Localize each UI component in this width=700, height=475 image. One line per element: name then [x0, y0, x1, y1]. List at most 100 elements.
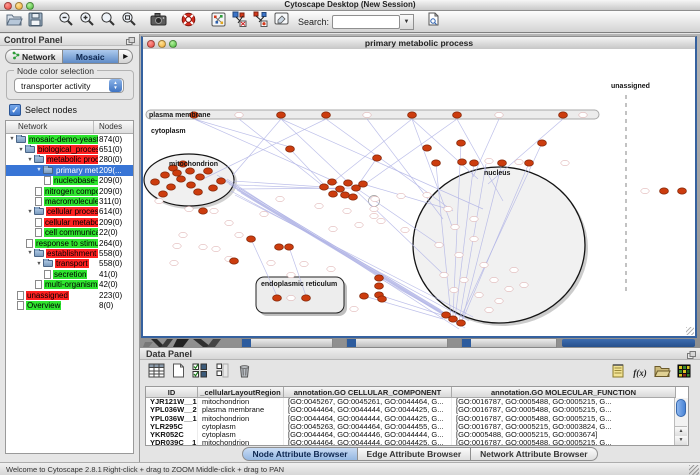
tab-network[interactable]: Network [6, 50, 63, 63]
table-row[interactable]: YPL036W__2plasma membrane[GO:0044464, GO… [146, 406, 688, 414]
delete-attribute-button[interactable] [233, 363, 255, 383]
table-cell[interactable]: [GO:0044464, GO:0044444, GO:0044425, G..… [284, 406, 452, 414]
graph-node[interactable] [286, 146, 295, 152]
tree-row[interactable]: ▼biological_process651(0) [6, 144, 133, 154]
column-header[interactable]: ID [146, 387, 198, 398]
graph-node[interactable] [322, 112, 331, 118]
search-dropdown-button[interactable]: ▼ [400, 14, 414, 30]
tree-row[interactable]: multi-organism pro42(0) [6, 279, 133, 289]
node-color-dropdown[interactable]: transporter activity ▲▼ [14, 78, 124, 93]
table-cell[interactable]: [GO:0045267, GO:0045261, GO:0044464, G..… [284, 398, 452, 406]
open-session-button[interactable] [4, 12, 25, 31]
table-cell[interactable]: mitochondrion [198, 415, 284, 423]
graph-node[interactable] [538, 140, 547, 146]
table-cell[interactable]: [GO:0016787, GO:0005488, GO:0005215, G..… [452, 439, 676, 446]
graph-node[interactable] [375, 283, 384, 289]
graph-node[interactable] [194, 189, 203, 195]
graph-node[interactable] [442, 312, 451, 318]
graph-node[interactable] [344, 180, 353, 186]
graph-node[interactable] [498, 160, 507, 166]
heatmap-button[interactable] [673, 363, 695, 383]
graph-node[interactable] [336, 186, 345, 192]
expander-icon[interactable]: ▼ [26, 157, 34, 163]
graph-node[interactable] [660, 188, 669, 194]
table-cell[interactable]: [GO:0016787, GO:0005488, GO:0005215, G..… [452, 415, 676, 423]
graph-node[interactable] [525, 160, 534, 166]
network-canvas[interactable]: plasma membrane cytoplasm mitochondrion … [143, 49, 695, 336]
graph-node[interactable] [273, 295, 282, 301]
scroll-down-button[interactable]: ▼ [675, 436, 687, 445]
expander-icon[interactable]: ▼ [26, 250, 34, 256]
tab-edge-attribute-browser[interactable]: Edge Attribute Browser [358, 447, 472, 461]
background-window-titlebar[interactable] [562, 339, 695, 347]
snapshot-button[interactable] [148, 12, 169, 31]
float-panel-icon[interactable] [126, 36, 135, 48]
graph-node[interactable] [199, 208, 208, 214]
network-window[interactable]: primary metabolic process [141, 36, 697, 338]
network-overview-button[interactable] [208, 12, 229, 31]
attribute-unselect-button[interactable] [211, 363, 233, 383]
graph-node[interactable] [423, 145, 432, 151]
annotation-button[interactable] [271, 12, 292, 31]
tree-row[interactable]: response to stimulu264(0) [6, 238, 133, 248]
graph-node[interactable] [458, 159, 467, 165]
table-cell[interactable]: [GO:0016787, GO:0005488, GO:0005215, G..… [452, 406, 676, 414]
graph-node[interactable] [359, 181, 368, 187]
tree-row[interactable]: ▼mosaic-demo-yeast874(0) [6, 134, 133, 144]
graph-node[interactable] [470, 160, 479, 166]
graph-node[interactable] [159, 191, 168, 197]
tree-row[interactable]: unassigned223(0) [6, 290, 133, 300]
table-cell[interactable]: YPL036W__2 [146, 406, 198, 414]
tree-row[interactable]: macromolecule311(0) [6, 196, 133, 206]
tree-row[interactable]: ▼cellular process614(0) [6, 207, 133, 217]
graph-node[interactable] [408, 112, 417, 118]
tree-row[interactable]: ▼establishment of lo558(0) [6, 248, 133, 258]
graph-node[interactable] [173, 170, 182, 176]
tree-row[interactable]: ▼primary metabo209(... [6, 165, 133, 175]
background-window-sliver[interactable] [346, 338, 448, 348]
table-cell[interactable]: [GO:0044464, GO:0044446, GO:0044444, G..… [284, 431, 452, 439]
scroll-up-button[interactable]: ▲ [675, 427, 687, 436]
graph-node[interactable] [161, 172, 170, 178]
tree-row[interactable]: nucleobase-209(0) [6, 176, 133, 186]
search-input[interactable] [332, 15, 400, 29]
table-cell[interactable]: [GO:0045263, GO:0044464, GO:0044455, G..… [284, 423, 452, 431]
graph-node[interactable] [177, 176, 186, 182]
column-header[interactable]: annotation.GO CELLULAR_COMPONENT [284, 387, 452, 398]
attribute-batch-select-button[interactable] [189, 363, 211, 383]
tree-header-nodes[interactable]: Nodes [94, 121, 122, 133]
select-nodes-checkbox[interactable]: ✓ [9, 104, 21, 116]
save-session-button[interactable] [25, 12, 46, 31]
graph-node[interactable] [559, 112, 568, 118]
tab-network-attribute-browser[interactable]: Network Attribute Browser [471, 447, 597, 461]
graph-node[interactable] [329, 191, 338, 197]
graph-node[interactable] [209, 185, 218, 191]
table-row[interactable]: YKR052Ccytoplasm[GO:0044464, GO:0044446,… [146, 431, 688, 439]
graph-node[interactable] [277, 112, 286, 118]
table-row[interactable]: YDR039C__1mitochondrion[GO:0044464, GO:0… [146, 439, 688, 446]
graph-node[interactable] [320, 184, 329, 190]
table-cell[interactable]: YLR295C [146, 423, 198, 431]
zoom-selected-button[interactable] [97, 12, 118, 31]
expander-icon[interactable]: ▼ [17, 147, 25, 153]
tree-header-network[interactable]: Network [6, 121, 94, 133]
tree-row[interactable]: ▼metabolic process280(0) [6, 155, 133, 165]
hide-network-button[interactable] [229, 12, 250, 31]
help-button[interactable] [178, 12, 199, 31]
graph-node[interactable] [275, 244, 284, 250]
graph-node[interactable] [457, 320, 466, 326]
background-window-sliver[interactable] [461, 338, 557, 348]
table-cell[interactable]: cytoplasm [198, 431, 284, 439]
graph-node[interactable] [378, 296, 387, 302]
expander-icon[interactable]: ▼ [8, 136, 16, 142]
import-attributes-button[interactable] [651, 363, 673, 383]
graph-node[interactable] [678, 188, 687, 194]
select-attributes-button[interactable] [145, 363, 167, 383]
graph-node[interactable] [432, 160, 441, 166]
table-cell[interactable]: plasma membrane [198, 406, 284, 414]
table-cell[interactable]: [GO:0005488, GO:0005215, GO:0003674] [452, 431, 676, 439]
table-cell[interactable]: [GO:0044464, GO:0044444, GO:0044425, G..… [284, 415, 452, 423]
background-window-sliver[interactable] [241, 338, 333, 348]
table-cell[interactable]: [GO:0044464, GO:0044444, GO:0044425, G..… [284, 439, 452, 446]
table-cell[interactable]: YDR039C__1 [146, 439, 198, 446]
